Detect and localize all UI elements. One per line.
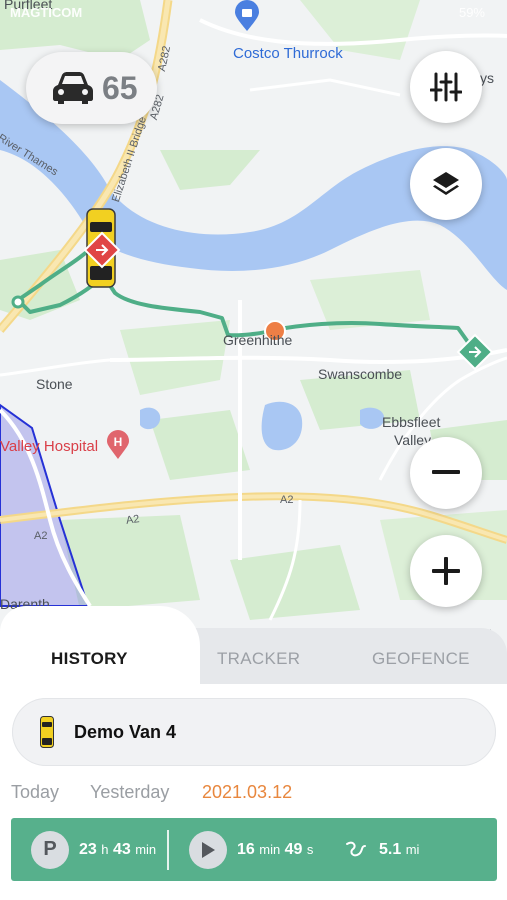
zoom-out-button[interactable] <box>410 437 482 509</box>
map-label-a2-left: A2 <box>125 513 141 527</box>
van-icon <box>40 716 54 748</box>
distance-number: 5.1 <box>379 840 402 858</box>
date-selected[interactable]: 2021.03.12 <box>202 782 292 803</box>
driving-seconds: 49 <box>284 840 303 858</box>
map-label-swanscombe: Swanscombe <box>318 366 403 382</box>
parked-hours: 23 <box>79 840 97 858</box>
status-bar: MAGTICOM 59% <box>0 0 507 26</box>
parked-minutes-unit: min <box>135 841 157 857</box>
map-label-greenhithe: Greenhithe <box>223 332 293 348</box>
distance-value: 5.1 mi <box>379 841 419 859</box>
stats-divider <box>167 830 169 870</box>
tab-geofence[interactable]: GEOFENCE <box>372 649 470 669</box>
map-label-costco: Costco Thurrock <box>233 45 343 62</box>
parked-minutes: 43 <box>112 840 131 858</box>
minus-icon <box>432 470 460 476</box>
vehicle-selector[interactable]: Demo Van 4 <box>12 698 496 766</box>
map-label-ys: ys <box>480 70 494 86</box>
end-marker-icon[interactable] <box>455 332 495 372</box>
vehicle-name: Demo Van 4 <box>74 721 177 742</box>
tab-history[interactable]: HISTORY <box>51 649 128 669</box>
map-label-a2-far: A2 <box>34 530 48 542</box>
driving-seconds-unit: s <box>306 841 314 857</box>
speed-value: 65 <box>102 69 138 106</box>
route-icon <box>345 840 367 860</box>
driving-minutes-unit: min <box>259 841 281 857</box>
distance-unit: mi <box>405 841 420 857</box>
battery-label: 59% <box>458 5 485 20</box>
distance-stat: 5.1 mi <box>345 818 419 881</box>
parked-stat: P 23 h 43 min <box>31 818 156 881</box>
trip-stats: P 23 h 43 min 16 min 49 s 5.1 mi <box>11 818 497 881</box>
speed-widget[interactable]: 65 <box>26 52 157 124</box>
date-today[interactable]: Today <box>11 782 59 803</box>
driving-stat: 16 min 49 s <box>189 818 313 881</box>
car-icon <box>52 71 94 105</box>
tab-tracker[interactable]: TRACKER <box>217 649 300 669</box>
driving-duration: 16 min 49 s <box>237 841 313 859</box>
date-yesterday[interactable]: Yesterday <box>90 782 169 803</box>
sliders-icon <box>430 72 462 102</box>
map-label-ebbsfleet: Ebbsfleet <box>382 414 441 430</box>
parked-duration: 23 h 43 min <box>79 841 156 859</box>
hospital-icon: H <box>106 430 130 460</box>
parked-hours-unit: h <box>101 841 109 857</box>
map-label-stone: Stone <box>36 376 73 392</box>
plus-icon <box>432 557 460 585</box>
play-icon <box>189 830 227 869</box>
filters-button[interactable] <box>410 51 482 123</box>
carrier-label: MAGTICOM <box>10 5 83 20</box>
layers-button[interactable] <box>410 148 482 220</box>
map-label-a2-center: A2 <box>280 494 294 506</box>
date-selector: Today Yesterday 2021.03.12 <box>11 782 491 806</box>
map-label-valley-hospital: Valley Hospital <box>0 438 99 455</box>
svg-text:H: H <box>114 435 123 449</box>
layers-icon <box>431 169 461 199</box>
start-marker-icon[interactable] <box>82 230 122 270</box>
zoom-in-button[interactable] <box>410 535 482 607</box>
bottom-sheet: HISTORY TRACKER GEOFENCE Demo Van 4 Toda… <box>0 606 507 900</box>
driving-minutes: 16 <box>237 840 255 858</box>
parking-icon: P <box>31 830 69 869</box>
